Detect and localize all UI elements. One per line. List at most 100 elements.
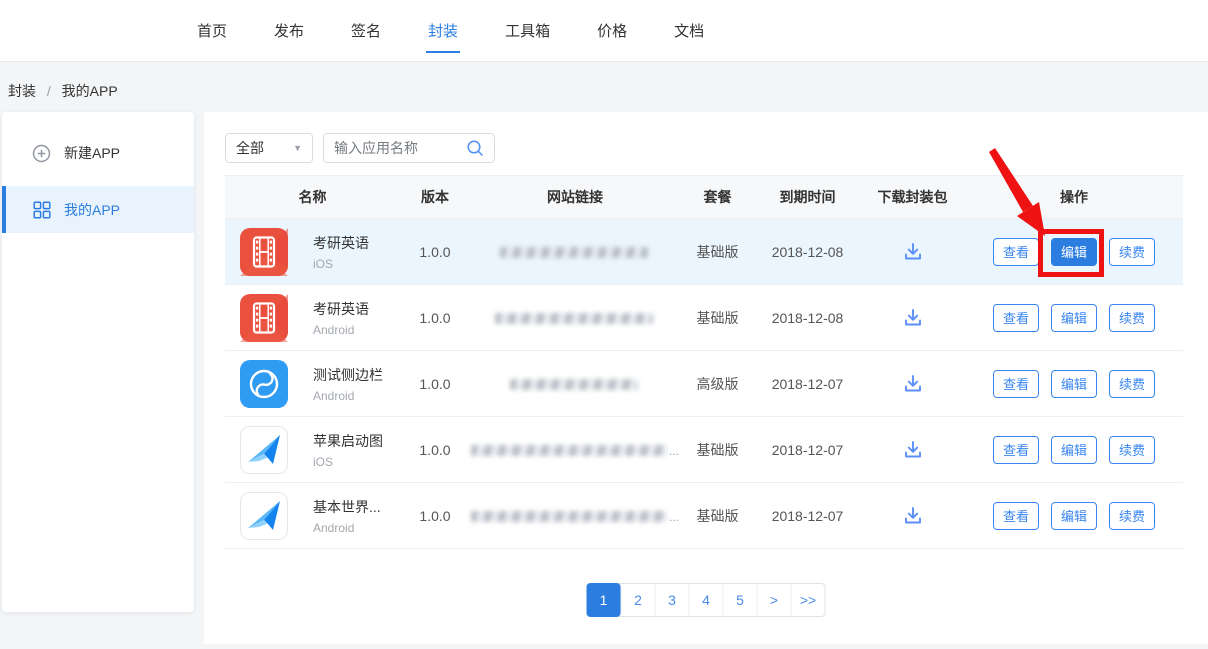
app-icon (240, 492, 288, 540)
last-page-button[interactable]: >> (791, 584, 825, 616)
table-header-cell: 名称 (225, 187, 400, 207)
app-name-cell: 考研英语 Android (225, 294, 400, 342)
table-header-cell: 操作 (965, 187, 1183, 207)
nav-item[interactable]: 封装 (428, 20, 458, 41)
nav-item[interactable]: 首页 (197, 20, 227, 41)
download-cell (860, 306, 965, 330)
search-input[interactable] (334, 140, 466, 156)
sidebar-item-new-app[interactable]: 新建APP (2, 130, 194, 176)
actions-cell: 查看 编辑 续费 (965, 502, 1183, 530)
actions-cell: 查看 编辑 续费 (965, 304, 1183, 332)
page-button[interactable]: 2 (621, 584, 655, 616)
edit-button[interactable]: 编辑 (1051, 304, 1097, 332)
app-plan: 基础版 (680, 506, 755, 526)
renew-button[interactable]: 续费 (1109, 238, 1155, 266)
download-icon[interactable] (901, 240, 925, 264)
search-icon[interactable] (466, 139, 484, 157)
nav-item[interactable]: 价格 (597, 20, 627, 41)
actions-cell: 查看 编辑 续费 (965, 370, 1183, 398)
download-icon[interactable] (901, 372, 925, 396)
app-platform: iOS (313, 455, 383, 469)
table-header-cell: 下载封装包 (860, 187, 965, 207)
breadcrumb-section[interactable]: 封装 (8, 83, 36, 99)
app-url-cell (470, 243, 680, 259)
renew-button[interactable]: 续费 (1109, 502, 1155, 530)
redacted-url (510, 379, 638, 390)
app-version: 1.0.0 (400, 244, 470, 260)
app-name-cell: 基本世界... Android (225, 492, 400, 540)
edit-button[interactable]: 编辑 (1051, 502, 1097, 530)
nav-list: 首页 发布 签名 封装 工具箱 价格 文档 (0, 0, 1208, 61)
app-name-cell: 考研英语 iOS (225, 228, 400, 276)
app-platform: iOS (313, 257, 369, 271)
page-button[interactable]: 5 (723, 584, 757, 616)
view-button[interactable]: 查看 (993, 502, 1039, 530)
app-icon (240, 228, 288, 276)
redacted-url (500, 247, 648, 258)
download-icon[interactable] (901, 438, 925, 462)
nav-item[interactable]: 发布 (274, 20, 304, 41)
table-row[interactable]: 基本世界... Android 1.0.0 ... 基础版 2018-12-07… (225, 483, 1183, 549)
app-expire-date: 2018-12-07 (755, 376, 860, 392)
edit-button[interactable]: 编辑 (1051, 370, 1097, 398)
app-url-cell: ... (470, 507, 680, 523)
sidebar-item-label: 新建APP (64, 143, 120, 163)
actions-cell: 查看 编辑 续费 (965, 436, 1183, 464)
nav-item-label: 文档 (674, 23, 704, 40)
pagination: 12345>>> (587, 583, 826, 617)
next-page-button[interactable]: > (757, 584, 791, 616)
app-name: 苹果启动图 (313, 431, 383, 451)
table-row[interactable]: 苹果启动图 iOS 1.0.0 ... 基础版 2018-12-07 查看 编辑… (225, 417, 1183, 483)
renew-button[interactable]: 续费 (1109, 304, 1155, 332)
app-url-cell (470, 309, 680, 325)
download-icon[interactable] (901, 504, 925, 528)
edit-button[interactable]: 编辑 (1051, 238, 1097, 266)
app-name: 测试侧边栏 (313, 365, 383, 385)
url-suffix: ... (669, 444, 679, 458)
app-name: 考研英语 (313, 233, 369, 253)
search-box (323, 133, 495, 163)
app-plan: 基础版 (680, 308, 755, 328)
app-expire-date: 2018-12-08 (755, 244, 860, 260)
table-row[interactable]: 测试侧边栏 Android 1.0.0 高级版 2018-12-07 查看 编辑… (225, 351, 1183, 417)
page-button[interactable]: 3 (655, 584, 689, 616)
sidebar-item-my-app[interactable]: 我的APP (2, 186, 194, 233)
app-version: 1.0.0 (400, 310, 470, 326)
nav-item[interactable]: 工具箱 (505, 20, 550, 41)
app-url-cell (470, 375, 680, 391)
view-button[interactable]: 查看 (993, 304, 1039, 332)
redacted-url (471, 445, 667, 456)
app-url-cell: ... (470, 441, 680, 457)
page-button[interactable]: 1 (587, 583, 621, 617)
nav-item[interactable]: 文档 (674, 20, 704, 41)
redacted-url (495, 313, 653, 324)
view-button[interactable]: 查看 (993, 238, 1039, 266)
view-button[interactable]: 查看 (993, 370, 1039, 398)
renew-button[interactable]: 续费 (1109, 436, 1155, 464)
table-header-cell: 版本 (400, 187, 470, 207)
download-cell (860, 240, 965, 264)
app-expire-date: 2018-12-08 (755, 310, 860, 326)
download-icon[interactable] (901, 306, 925, 330)
page-button[interactable]: 4 (689, 584, 723, 616)
table-row[interactable]: 考研英语 iOS 1.0.0 基础版 2018-12-08 查看 编辑 续费 (225, 219, 1183, 285)
app-platform: Android (313, 521, 381, 535)
top-navigation-bar: 首页 发布 签名 封装 工具箱 价格 文档 (0, 0, 1208, 62)
grid-icon (32, 200, 51, 219)
view-button[interactable]: 查看 (993, 436, 1039, 464)
download-cell (860, 504, 965, 528)
sidebar: 新建APP 我的APP (2, 112, 194, 612)
table-row[interactable]: 考研英语 Android 1.0.0 基础版 2018-12-08 查看 编辑 … (225, 285, 1183, 351)
category-select[interactable]: 全部 ▼ (225, 133, 313, 163)
app-plan: 基础版 (680, 440, 755, 460)
nav-item-label: 价格 (597, 23, 627, 40)
download-cell (860, 372, 965, 396)
table-header-cell: 套餐 (680, 187, 755, 207)
table-header-cell: 到期时间 (755, 187, 860, 207)
edit-button[interactable]: 编辑 (1051, 436, 1097, 464)
sidebar-item-label: 我的APP (64, 200, 120, 220)
nav-item[interactable]: 签名 (351, 20, 381, 41)
renew-button[interactable]: 续费 (1109, 370, 1155, 398)
actions-cell: 查看 编辑 续费 (965, 238, 1183, 266)
app-expire-date: 2018-12-07 (755, 508, 860, 524)
